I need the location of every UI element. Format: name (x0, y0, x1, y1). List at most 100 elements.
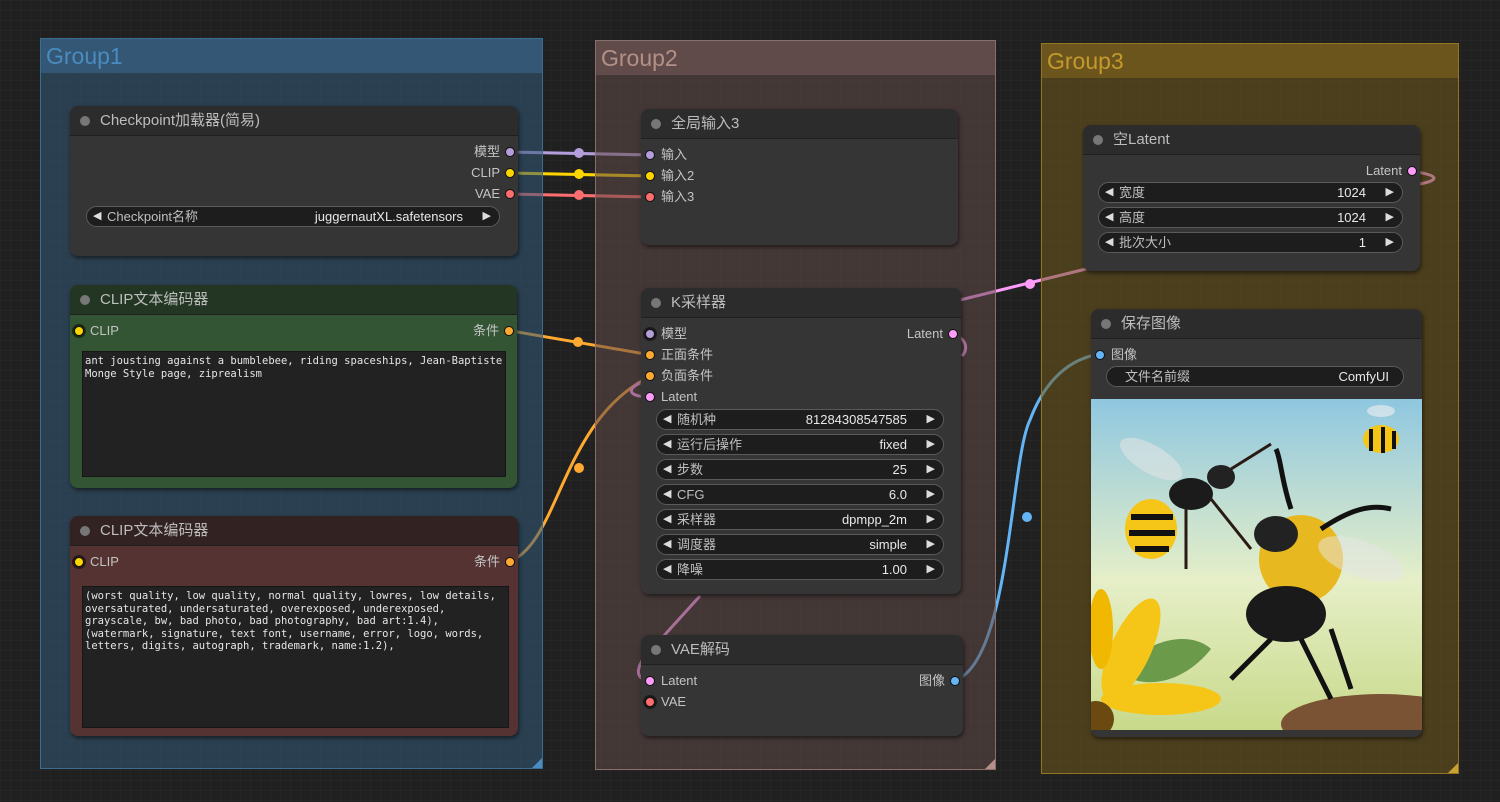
pin-conditioning-icon[interactable] (645, 371, 655, 381)
decrement-arrow-icon[interactable]: ◀ (93, 207, 101, 226)
pin-latent-icon[interactable] (948, 329, 958, 339)
node-clip-text-positive[interactable]: CLIP文本编码器 CLIP 条件 ant jousting against a… (70, 285, 517, 488)
input-3[interactable]: 输入3 (641, 188, 694, 206)
increment-arrow-icon[interactable]: ▶ (927, 485, 935, 504)
prompt-textarea[interactable]: ant jousting against a bumblebee, riding… (82, 351, 506, 477)
node-save-image[interactable]: 保存图像 图像 文件名前缀 ComfyUI (1091, 309, 1422, 737)
steps-widget[interactable]: ◀ 步数 25 ▶ (656, 459, 944, 480)
link-latent-midpoint[interactable] (1025, 279, 1035, 289)
node-checkpoint-loader[interactable]: Checkpoint加载器(简易) 模型 CLIP VAE ◀ Checkpoi… (70, 106, 518, 256)
collapse-dot-icon[interactable] (1101, 319, 1111, 329)
input-positive[interactable]: 正面条件 (641, 346, 713, 364)
increment-arrow-icon[interactable]: ▶ (1386, 233, 1394, 252)
pin-vae-icon[interactable] (645, 697, 655, 707)
pin-image-icon[interactable] (950, 676, 960, 686)
decrement-arrow-icon[interactable]: ◀ (663, 535, 671, 554)
decrement-arrow-icon[interactable]: ◀ (663, 435, 671, 454)
pin-image-icon[interactable] (1095, 350, 1105, 360)
batch-size-widget[interactable]: ◀ 批次大小 1 ▶ (1098, 232, 1403, 253)
output-conditioning[interactable]: 条件 (473, 322, 517, 340)
denoise-widget[interactable]: ◀ 降噪 1.00 ▶ (656, 559, 944, 580)
seed-widget[interactable]: ◀ 随机种 81284308547585 ▶ (656, 409, 944, 430)
input-image[interactable]: 图像 (1091, 346, 1137, 364)
pin-conditioning-icon[interactable] (645, 350, 655, 360)
output-image[interactable]: 图像 (919, 672, 963, 690)
pin-model-icon[interactable] (645, 150, 655, 160)
collapse-dot-icon[interactable] (651, 645, 661, 655)
decrement-arrow-icon[interactable]: ◀ (663, 560, 671, 579)
pin-clip-icon[interactable] (74, 557, 84, 567)
checkpoint-name-combo[interactable]: ◀ Checkpoint名称 juggernautXL.safetensors … (86, 206, 500, 227)
node-title[interactable]: 全局输入3 (641, 109, 958, 139)
node-title[interactable]: 保存图像 (1091, 309, 1422, 339)
pin-clip-icon[interactable] (505, 168, 515, 178)
decrement-arrow-icon[interactable]: ◀ (1105, 233, 1113, 252)
pin-vae-icon[interactable] (505, 189, 515, 199)
negative-prompt-textarea[interactable]: (worst quality, low quality, normal qual… (82, 586, 509, 728)
collapse-dot-icon[interactable] (651, 298, 661, 308)
collapse-dot-icon[interactable] (80, 526, 90, 536)
pin-latent-icon[interactable] (645, 392, 655, 402)
decrement-arrow-icon[interactable]: ◀ (663, 410, 671, 429)
link-model-midpoint[interactable] (574, 148, 584, 158)
group-title[interactable]: Group1 (41, 39, 542, 73)
increment-arrow-icon[interactable]: ▶ (927, 435, 935, 454)
pin-latent-icon[interactable] (1407, 166, 1417, 176)
link-image-midpoint[interactable] (1022, 512, 1032, 522)
scheduler-widget[interactable]: ◀ 调度器 simple ▶ (656, 534, 944, 555)
pin-vae-icon[interactable] (645, 192, 655, 202)
increment-arrow-icon[interactable]: ▶ (1386, 208, 1394, 227)
link-positive-midpoint[interactable] (573, 337, 583, 347)
link-vae-midpoint[interactable] (574, 190, 584, 200)
increment-arrow-icon[interactable]: ▶ (927, 410, 935, 429)
filename-prefix-widget[interactable]: 文件名前缀 ComfyUI (1106, 366, 1404, 387)
group-title[interactable]: Group2 (596, 41, 995, 75)
input-model[interactable]: 模型 (641, 325, 687, 343)
node-global-input[interactable]: 全局输入3 输入 输入2 输入3 (641, 109, 958, 245)
output-latent[interactable]: Latent (1366, 162, 1420, 180)
decrement-arrow-icon[interactable]: ◀ (663, 510, 671, 529)
cfg-widget[interactable]: ◀ CFG 6.0 ▶ (656, 484, 944, 505)
node-empty-latent[interactable]: 空Latent Latent ◀ 宽度 1024 ▶ ◀ 高度 1024 ▶ ◀… (1083, 125, 1420, 271)
collapse-dot-icon[interactable] (1093, 135, 1103, 145)
collapse-dot-icon[interactable] (80, 116, 90, 126)
pin-clip-icon[interactable] (74, 326, 84, 336)
pin-latent-icon[interactable] (645, 676, 655, 686)
link-clip-midpoint[interactable] (574, 169, 584, 179)
input-clip[interactable]: CLIP (70, 322, 119, 340)
node-ksampler[interactable]: K采样器 模型 正面条件 负面条件 Latent Latent ◀ 随机种 81… (641, 288, 961, 594)
node-title[interactable]: K采样器 (641, 288, 961, 318)
node-title[interactable]: VAE解码 (641, 635, 963, 665)
group-resize-handle[interactable] (985, 759, 995, 769)
output-conditioning[interactable]: 条件 (474, 553, 518, 571)
height-widget[interactable]: ◀ 高度 1024 ▶ (1098, 207, 1403, 228)
width-widget[interactable]: ◀ 宽度 1024 ▶ (1098, 182, 1403, 203)
link-negative-midpoint[interactable] (574, 463, 584, 473)
node-title[interactable]: 空Latent (1083, 125, 1420, 155)
node-title[interactable]: CLIP文本编码器 (70, 516, 518, 546)
input-negative[interactable]: 负面条件 (641, 367, 713, 385)
pin-conditioning-icon[interactable] (504, 326, 514, 336)
node-title[interactable]: Checkpoint加载器(简易) (70, 106, 518, 136)
output-vae[interactable]: VAE (475, 185, 518, 203)
input-1[interactable]: 输入 (641, 146, 687, 164)
pin-model-icon[interactable] (505, 147, 515, 157)
increment-arrow-icon[interactable]: ▶ (927, 535, 935, 554)
increment-arrow-icon[interactable]: ▶ (1386, 183, 1394, 202)
output-model[interactable]: 模型 (474, 143, 518, 161)
control-after-generate-widget[interactable]: ◀ 运行后操作 fixed ▶ (656, 434, 944, 455)
decrement-arrow-icon[interactable]: ◀ (663, 460, 671, 479)
input-2[interactable]: 输入2 (641, 167, 694, 185)
increment-arrow-icon[interactable]: ▶ (927, 560, 935, 579)
group-resize-handle[interactable] (532, 758, 542, 768)
input-vae[interactable]: VAE (641, 693, 686, 711)
image-preview[interactable] (1091, 399, 1422, 730)
decrement-arrow-icon[interactable]: ◀ (1105, 183, 1113, 202)
input-latent[interactable]: Latent (641, 388, 697, 406)
node-vae-decode[interactable]: VAE解码 Latent VAE 图像 (641, 635, 963, 736)
pin-conditioning-icon[interactable] (505, 557, 515, 567)
group-resize-handle[interactable] (1448, 763, 1458, 773)
collapse-dot-icon[interactable] (651, 119, 661, 129)
collapse-dot-icon[interactable] (80, 295, 90, 305)
output-clip[interactable]: CLIP (471, 164, 518, 182)
